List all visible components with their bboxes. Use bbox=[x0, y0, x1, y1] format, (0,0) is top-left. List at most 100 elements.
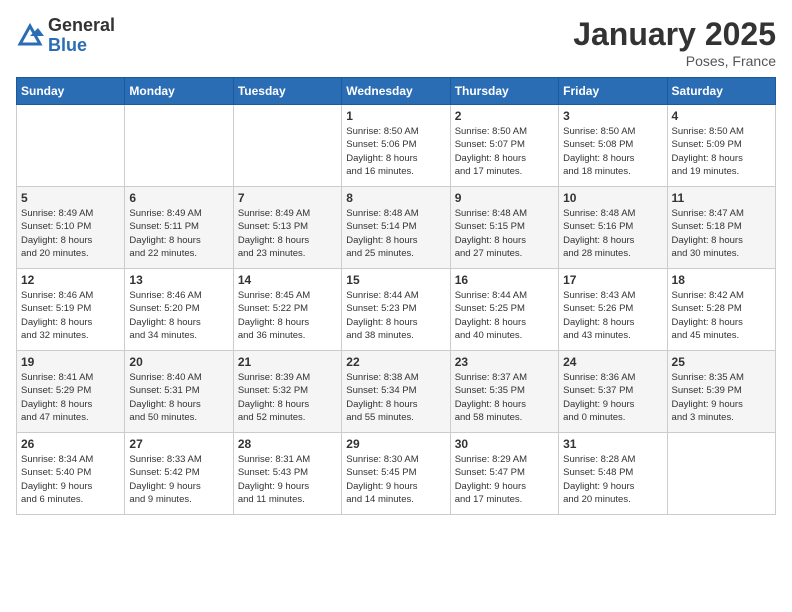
day-number: 13 bbox=[129, 273, 228, 287]
cell-content: Sunrise: 8:33 AMSunset: 5:42 PMDaylight:… bbox=[129, 453, 228, 506]
calendar-cell: 7 Sunrise: 8:49 AMSunset: 5:13 PMDaylight… bbox=[233, 187, 341, 269]
calendar-cell bbox=[233, 105, 341, 187]
calendar-cell: 9 Sunrise: 8:48 AMSunset: 5:15 PMDaylight… bbox=[450, 187, 558, 269]
logo-general: General bbox=[48, 16, 115, 36]
calendar-cell: 15 Sunrise: 8:44 AMSunset: 5:23 PMDayligh… bbox=[342, 269, 450, 351]
cell-content: Sunrise: 8:42 AMSunset: 5:28 PMDaylight:… bbox=[672, 289, 771, 342]
calendar-cell: 29Sunrise: 8:30 AMSunset: 5:45 PMDayligh… bbox=[342, 433, 450, 515]
day-number: 6 bbox=[129, 191, 228, 205]
cell-content: Sunrise: 8:44 AMSunset: 5:25 PMDaylight:… bbox=[455, 289, 554, 342]
calendar-table: SundayMondayTuesdayWednesdayThursdayFrid… bbox=[16, 77, 776, 515]
day-number: 14 bbox=[238, 273, 337, 287]
cell-content: Sunrise: 8:49 AMSunset: 5:13 PMDaylight:… bbox=[238, 207, 337, 260]
day-number: 20 bbox=[129, 355, 228, 369]
header-day-friday: Friday bbox=[559, 78, 667, 105]
calendar-cell: 2 Sunrise: 8:50 AMSunset: 5:07 PMDaylight… bbox=[450, 105, 558, 187]
day-number: 7 bbox=[238, 191, 337, 205]
calendar-cell: 16 Sunrise: 8:44 AMSunset: 5:25 PMDayligh… bbox=[450, 269, 558, 351]
calendar-cell: 10 Sunrise: 8:48 AMSunset: 5:16 PMDayligh… bbox=[559, 187, 667, 269]
day-number: 2 bbox=[455, 109, 554, 123]
cell-content: Sunrise: 8:48 AMSunset: 5:15 PMDaylight:… bbox=[455, 207, 554, 260]
header-day-thursday: Thursday bbox=[450, 78, 558, 105]
day-number: 16 bbox=[455, 273, 554, 287]
day-number: 27 bbox=[129, 437, 228, 451]
week-row-4: 19Sunrise: 8:41 AMSunset: 5:29 PMDayligh… bbox=[17, 351, 776, 433]
cell-content: Sunrise: 8:39 AMSunset: 5:32 PMDaylight:… bbox=[238, 371, 337, 424]
calendar-cell: 8 Sunrise: 8:48 AMSunset: 5:14 PMDaylight… bbox=[342, 187, 450, 269]
header-day-wednesday: Wednesday bbox=[342, 78, 450, 105]
cell-content: Sunrise: 8:50 AMSunset: 5:06 PMDaylight:… bbox=[346, 125, 445, 178]
day-number: 15 bbox=[346, 273, 445, 287]
calendar-cell: 18 Sunrise: 8:42 AMSunset: 5:28 PMDayligh… bbox=[667, 269, 775, 351]
cell-content: Sunrise: 8:41 AMSunset: 5:29 PMDaylight:… bbox=[21, 371, 120, 424]
week-row-5: 26Sunrise: 8:34 AMSunset: 5:40 PMDayligh… bbox=[17, 433, 776, 515]
cell-content: Sunrise: 8:31 AMSunset: 5:43 PMDaylight:… bbox=[238, 453, 337, 506]
day-number: 22 bbox=[346, 355, 445, 369]
cell-content: Sunrise: 8:40 AMSunset: 5:31 PMDaylight:… bbox=[129, 371, 228, 424]
week-row-1: 1 Sunrise: 8:50 AMSunset: 5:06 PMDaylight… bbox=[17, 105, 776, 187]
cell-content: Sunrise: 8:46 AMSunset: 5:20 PMDaylight:… bbox=[129, 289, 228, 342]
cell-content: Sunrise: 8:37 AMSunset: 5:35 PMDaylight:… bbox=[455, 371, 554, 424]
day-number: 17 bbox=[563, 273, 662, 287]
cell-content: Sunrise: 8:50 AMSunset: 5:07 PMDaylight:… bbox=[455, 125, 554, 178]
calendar-cell: 27 Sunrise: 8:33 AMSunset: 5:42 PMDayligh… bbox=[125, 433, 233, 515]
calendar-cell: 25Sunrise: 8:35 AMSunset: 5:39 PMDayligh… bbox=[667, 351, 775, 433]
cell-content: Sunrise: 8:34 AMSunset: 5:40 PMDaylight:… bbox=[21, 453, 120, 506]
calendar-cell: 13 Sunrise: 8:46 AMSunset: 5:20 PMDayligh… bbox=[125, 269, 233, 351]
day-number: 5 bbox=[21, 191, 120, 205]
calendar-cell bbox=[125, 105, 233, 187]
cell-content: Sunrise: 8:49 AMSunset: 5:10 PMDaylight:… bbox=[21, 207, 120, 260]
week-row-3: 12 Sunrise: 8:46 AMSunset: 5:19 PMDayligh… bbox=[17, 269, 776, 351]
cell-content: Sunrise: 8:50 AMSunset: 5:08 PMDaylight:… bbox=[563, 125, 662, 178]
calendar-cell: 19Sunrise: 8:41 AMSunset: 5:29 PMDayligh… bbox=[17, 351, 125, 433]
title-block: January 2025 Poses, France bbox=[573, 16, 776, 69]
calendar-header: SundayMondayTuesdayWednesdayThursdayFrid… bbox=[17, 78, 776, 105]
cell-content: Sunrise: 8:28 AMSunset: 5:48 PMDaylight:… bbox=[563, 453, 662, 506]
logo-text: General Blue bbox=[48, 16, 115, 56]
cell-content: Sunrise: 8:48 AMSunset: 5:16 PMDaylight:… bbox=[563, 207, 662, 260]
week-row-2: 5 Sunrise: 8:49 AMSunset: 5:10 PMDaylight… bbox=[17, 187, 776, 269]
day-number: 24 bbox=[563, 355, 662, 369]
day-number: 8 bbox=[346, 191, 445, 205]
header-day-monday: Monday bbox=[125, 78, 233, 105]
calendar-cell: 3Sunrise: 8:50 AMSunset: 5:08 PMDaylight… bbox=[559, 105, 667, 187]
cell-content: Sunrise: 8:46 AMSunset: 5:19 PMDaylight:… bbox=[21, 289, 120, 342]
calendar-cell: 28Sunrise: 8:31 AMSunset: 5:43 PMDayligh… bbox=[233, 433, 341, 515]
day-number: 10 bbox=[563, 191, 662, 205]
calendar-cell: 20 Sunrise: 8:40 AMSunset: 5:31 PMDayligh… bbox=[125, 351, 233, 433]
cell-content: Sunrise: 8:49 AMSunset: 5:11 PMDaylight:… bbox=[129, 207, 228, 260]
day-number: 12 bbox=[21, 273, 120, 287]
header-row: SundayMondayTuesdayWednesdayThursdayFrid… bbox=[17, 78, 776, 105]
day-number: 11 bbox=[672, 191, 771, 205]
calendar-cell: 17 Sunrise: 8:43 AMSunset: 5:26 PMDayligh… bbox=[559, 269, 667, 351]
calendar-cell: 14 Sunrise: 8:45 AMSunset: 5:22 PMDayligh… bbox=[233, 269, 341, 351]
day-number: 30 bbox=[455, 437, 554, 451]
calendar-cell: 26Sunrise: 8:34 AMSunset: 5:40 PMDayligh… bbox=[17, 433, 125, 515]
cell-content: Sunrise: 8:43 AMSunset: 5:26 PMDaylight:… bbox=[563, 289, 662, 342]
calendar-cell: 1 Sunrise: 8:50 AMSunset: 5:06 PMDaylight… bbox=[342, 105, 450, 187]
cell-content: Sunrise: 8:29 AMSunset: 5:47 PMDaylight:… bbox=[455, 453, 554, 506]
day-number: 9 bbox=[455, 191, 554, 205]
day-number: 1 bbox=[346, 109, 445, 123]
calendar-cell: 5 Sunrise: 8:49 AMSunset: 5:10 PMDaylight… bbox=[17, 187, 125, 269]
logo: General Blue bbox=[16, 16, 115, 56]
month-title: January 2025 bbox=[573, 16, 776, 53]
header-day-tuesday: Tuesday bbox=[233, 78, 341, 105]
calendar-cell: 21 Sunrise: 8:39 AMSunset: 5:32 PMDayligh… bbox=[233, 351, 341, 433]
day-number: 21 bbox=[238, 355, 337, 369]
calendar-cell: 6 Sunrise: 8:49 AMSunset: 5:11 PMDaylight… bbox=[125, 187, 233, 269]
location: Poses, France bbox=[573, 53, 776, 69]
cell-content: Sunrise: 8:45 AMSunset: 5:22 PMDaylight:… bbox=[238, 289, 337, 342]
calendar-cell: 4Sunrise: 8:50 AMSunset: 5:09 PMDaylight… bbox=[667, 105, 775, 187]
page-header: General Blue January 2025 Poses, France bbox=[16, 16, 776, 69]
cell-content: Sunrise: 8:48 AMSunset: 5:14 PMDaylight:… bbox=[346, 207, 445, 260]
day-number: 18 bbox=[672, 273, 771, 287]
calendar-cell: 31Sunrise: 8:28 AMSunset: 5:48 PMDayligh… bbox=[559, 433, 667, 515]
cell-content: Sunrise: 8:47 AMSunset: 5:18 PMDaylight:… bbox=[672, 207, 771, 260]
calendar-cell: 12 Sunrise: 8:46 AMSunset: 5:19 PMDayligh… bbox=[17, 269, 125, 351]
cell-content: Sunrise: 8:38 AMSunset: 5:34 PMDaylight:… bbox=[346, 371, 445, 424]
logo-icon bbox=[16, 22, 44, 50]
header-day-saturday: Saturday bbox=[667, 78, 775, 105]
cell-content: Sunrise: 8:44 AMSunset: 5:23 PMDaylight:… bbox=[346, 289, 445, 342]
calendar-cell: 23Sunrise: 8:37 AMSunset: 5:35 PMDayligh… bbox=[450, 351, 558, 433]
